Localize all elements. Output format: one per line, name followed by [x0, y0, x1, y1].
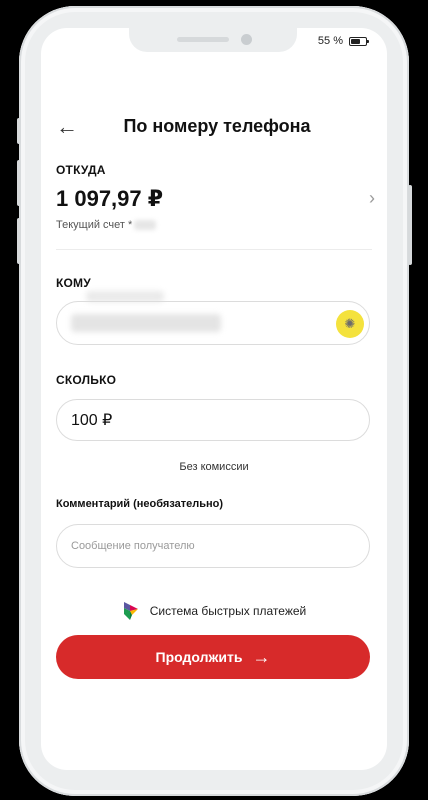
power-button	[408, 185, 412, 265]
sbp-badge: Система быстрых платежей	[41, 601, 387, 621]
arrow-right-icon: →	[252, 647, 271, 667]
camera	[241, 34, 252, 45]
mute-switch	[17, 118, 21, 144]
battery-icon	[349, 36, 369, 46]
from-balance[interactable]: 1 097,97 ₽	[56, 186, 163, 212]
phone-number-blurred	[71, 314, 221, 332]
continue-label: Продолжить	[155, 649, 243, 665]
to-label: КОМУ	[56, 276, 91, 290]
phone-screen: 55 % ← По номеру телефона ОТКУДА 1 097,9…	[41, 28, 387, 770]
notch	[129, 28, 297, 52]
account-number-blurred	[134, 220, 157, 230]
amount-input[interactable]: 100 ₽	[56, 399, 370, 441]
battery-percent: 55 %	[317, 35, 343, 47]
phone-input[interactable]: ✺	[56, 301, 370, 345]
comment-placeholder: Сообщение получателю	[71, 540, 195, 552]
fee-note: Без комиссии	[179, 461, 249, 473]
amount-label: СКОЛЬКО	[56, 373, 117, 387]
page-title: По номеру телефона	[123, 116, 311, 136]
amount-value: 100 ₽	[71, 412, 113, 429]
speaker	[177, 37, 229, 42]
from-label: ОТКУДА	[56, 163, 106, 177]
volume-up-button	[17, 160, 21, 206]
volume-down-button	[17, 218, 21, 264]
divider	[56, 249, 372, 250]
account-label[interactable]: Текущий счет *	[56, 219, 157, 231]
comment-input[interactable]: Сообщение получателю	[56, 524, 370, 568]
status-bar: 55 %	[317, 35, 369, 47]
sbp-label: Система быстрых платежей	[149, 604, 307, 618]
account-label-text: Текущий счет *	[56, 219, 133, 231]
contacts-icon[interactable]: ✺	[336, 310, 364, 338]
chevron-right-icon[interactable]: ›	[369, 188, 375, 209]
continue-button[interactable]: Продолжить →	[56, 635, 370, 679]
comment-label: Комментарий (необязательно)	[56, 498, 224, 510]
sbp-logo-icon	[123, 602, 138, 620]
